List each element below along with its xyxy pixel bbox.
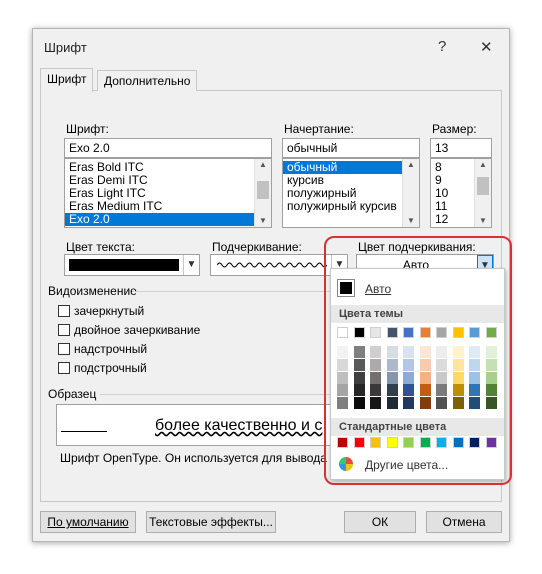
effects-heading: Видоизменение [48,284,137,298]
superscript-checkbox[interactable] [58,343,70,355]
sample-note: Шрифт OpenType. Он используется для выво… [60,451,330,465]
set-default-label: По умолчанию [47,515,129,529]
font-name-input[interactable]: Exo 2.0 [64,138,272,158]
tab-advanced[interactable]: Дополнительно [97,70,198,91]
strikethrough-label: зачеркнутый [74,304,145,318]
strikethrough-checkbox[interactable] [58,305,70,317]
text-color-swatch [69,259,179,271]
text-effects-label: Текстовые эффекты... [149,515,273,529]
font-label: Шрифт: [66,122,109,136]
scroll-down-icon[interactable]: ▼ [403,215,419,227]
underline-label: Подчеркивание: [212,240,302,254]
sample-heading: Образец [48,387,97,401]
sample-preview: более качественно и с [56,404,332,446]
divider [100,394,330,395]
set-default-button[interactable]: По умолчанию [40,511,136,533]
scroll-down-icon[interactable]: ▼ [475,215,491,227]
scroll-thumb[interactable] [257,181,269,199]
sample-text: более качественно и с [155,417,323,434]
help-button[interactable]: ? [438,38,446,55]
text-effects-button[interactable]: Текстовые эффекты... [146,511,276,533]
wavy-underline-icon [217,262,327,268]
style-label: Начертание: [284,122,354,136]
subscript-label: подстрочный [74,361,147,375]
double-strikethrough-label: двойное зачеркивание [74,323,201,337]
scroll-down-icon[interactable]: ▼ [255,215,271,227]
superscript-label: надстрочный [74,342,148,356]
list-item-selected[interactable]: Exo 2.0 [65,213,255,226]
size-label: Размер: [432,122,477,136]
cancel-button[interactable]: Отмена [426,511,502,533]
text-color-dropdown[interactable]: ▼ [64,254,200,276]
size-input[interactable]: 13 [430,138,492,158]
text-color-label: Цвет текста: [66,240,136,254]
scroll-up-icon[interactable]: ▲ [403,159,419,171]
size-list-scrollbar[interactable]: ▲ ▼ [474,159,491,227]
style-list-scrollbar[interactable]: ▲ ▼ [402,159,419,227]
dialog-title: Шрифт [44,40,87,55]
double-strikethrough-checkbox[interactable] [58,324,70,336]
highlight-outline [324,236,512,485]
baseline-line [61,431,107,432]
ok-button[interactable]: ОК [344,511,416,533]
scroll-up-icon[interactable]: ▲ [255,159,271,171]
close-icon[interactable]: ✕ [480,38,493,56]
font-list[interactable]: Eras Bold ITC Eras Demi ITC Eras Light I… [64,158,272,228]
tab-font[interactable]: Шрифт [40,68,94,92]
scroll-thumb[interactable] [477,177,489,195]
divider [132,291,332,292]
style-list[interactable]: обычный курсив полужирный полужирный кур… [282,158,420,228]
chevron-down-icon[interactable]: ▼ [183,255,199,275]
subscript-checkbox[interactable] [58,362,70,374]
style-input[interactable]: обычный [282,138,420,158]
scroll-up-icon[interactable]: ▲ [475,159,491,171]
list-item[interactable]: полужирный курсив [283,200,419,213]
font-list-scrollbar[interactable]: ▲ ▼ [254,159,271,227]
